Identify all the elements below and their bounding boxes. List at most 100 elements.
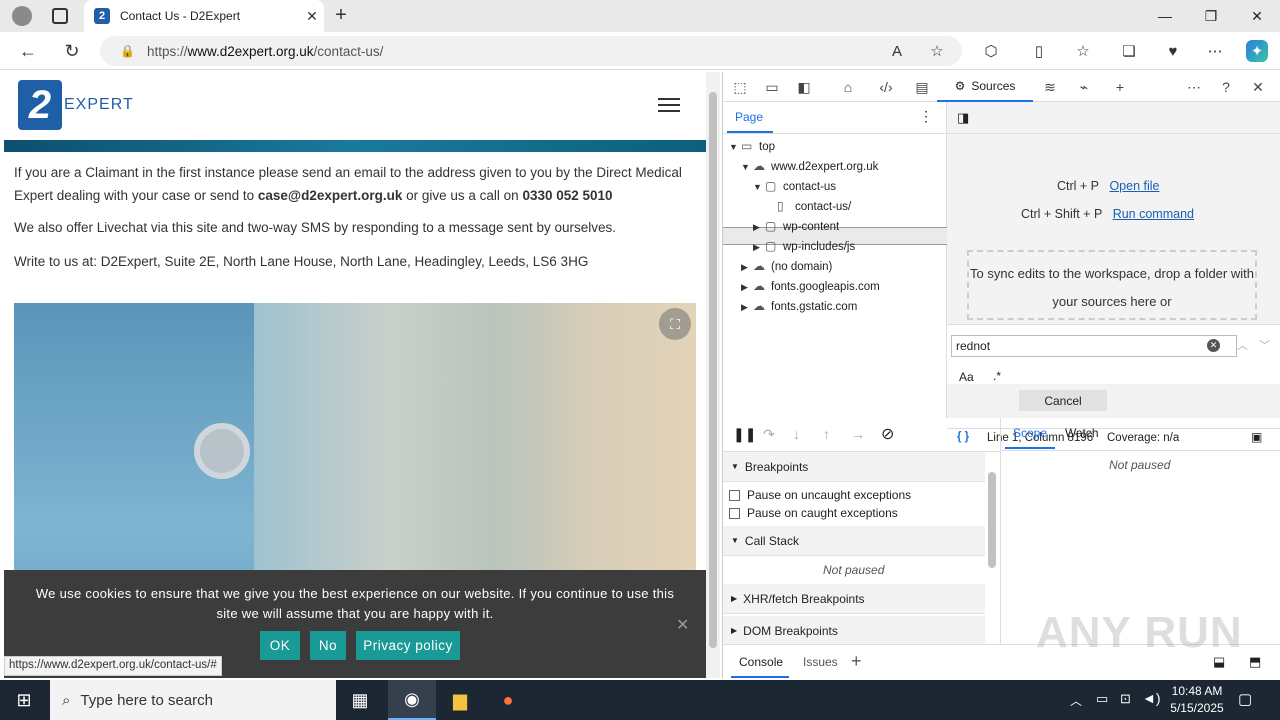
help-icon[interactable]: ? (1215, 77, 1237, 97)
deactivate-breakpoints-icon[interactable]: ⊘ (881, 424, 894, 444)
windows-start-icon[interactable]: ⊞ (0, 680, 48, 720)
regex-button[interactable]: .* (993, 369, 1001, 383)
cookie-close-icon[interactable]: ✕ (676, 615, 689, 635)
tree-item[interactable]: ▶ ☁ fonts.googleapis.com (741, 279, 880, 293)
page-scrollbar-thumb[interactable] (709, 92, 717, 648)
pause-icon[interactable]: ❚❚ (733, 426, 756, 443)
favorite-star-icon[interactable]: ☆ (926, 40, 948, 62)
extensions-icon[interactable]: ⬡ (980, 40, 1002, 62)
refresh-button[interactable]: ↻ (58, 37, 86, 65)
network-icon[interactable]: ≋ (1039, 77, 1061, 97)
debugger-scrollbar[interactable] (985, 452, 999, 642)
file-explorer-icon[interactable]: ▆ (436, 680, 484, 720)
new-tab-button[interactable]: + (330, 4, 352, 28)
add-drawer-tab-icon[interactable]: + (851, 651, 862, 672)
tree-item[interactable]: ▯ contact-us/ (777, 199, 851, 213)
cancel-search-button[interactable]: Cancel (1019, 390, 1107, 411)
workspace-dropzone[interactable]: To sync edits to the workspace, drop a f… (967, 250, 1257, 320)
copilot-icon[interactable]: ✦ (1246, 40, 1268, 62)
navigator-more-icon[interactable]: ⋮ (919, 108, 933, 125)
clear-search-icon[interactable]: ✕ (1207, 339, 1220, 352)
taskbar-search-box[interactable]: ⌕ Type here to search (50, 680, 336, 720)
page-scrollbar[interactable] (706, 72, 720, 678)
tree-item[interactable]: ▶ ▢ wp-includes/js (753, 239, 855, 253)
back-button[interactable]: ← (14, 37, 42, 65)
windows-taskbar: ⊞ ⌕ Type here to search ▦ ◉ ▆ ● ︿ ▭ ⊡ ◄)… (0, 680, 1280, 720)
read-aloud-icon[interactable]: A (886, 40, 908, 62)
close-drawer-icon[interactable]: ⬒ (1249, 654, 1261, 670)
search-input[interactable]: rednot (951, 335, 1237, 357)
pause-uncaught-checkbox[interactable]: Pause on uncaught exceptions (729, 488, 911, 502)
console-tab-icon[interactable]: ▤ (911, 77, 933, 97)
network-tray-icon[interactable]: ▭ (1096, 691, 1108, 707)
privacy-policy-button[interactable]: Privacy policy (356, 631, 460, 660)
step-out-icon[interactable]: ↑ (823, 426, 830, 442)
tree-item[interactable]: ▼ ▢ contact-us (753, 179, 836, 193)
minimize-button[interactable]: — (1142, 0, 1188, 32)
contact-phone[interactable]: 0330 052 5010 (522, 188, 612, 203)
ethernet-icon[interactable]: ⊡ (1120, 691, 1131, 707)
d2expert-logo-mark[interactable]: 2 (18, 80, 62, 130)
maximize-button[interactable]: ❐ (1188, 0, 1234, 32)
firefox-icon[interactable]: ● (484, 680, 532, 720)
contact-email[interactable]: case@d2expert.org.uk (258, 188, 402, 203)
page-tab[interactable]: Page (735, 110, 763, 124)
next-match-icon[interactable]: ﹀ (1259, 337, 1270, 353)
toggle-navigator-icon[interactable]: ◨ (957, 110, 969, 126)
add-tool-icon[interactable]: + (1109, 77, 1131, 97)
close-devtools-icon[interactable]: ✕ (1247, 77, 1269, 97)
inspect-element-icon[interactable]: ⬚ (729, 77, 751, 97)
run-command-link[interactable]: Run command (1113, 207, 1194, 221)
match-case-button[interactable]: Aa (959, 370, 974, 384)
tree-item[interactable]: ▶ ☁ (no domain) (741, 259, 832, 273)
show-hidden-icons[interactable]: ︿ (1070, 692, 1082, 709)
scope-tab[interactable]: Scope (1013, 426, 1047, 440)
performance-tab-icon[interactable]: ⌁ (1073, 77, 1095, 97)
sources-tab[interactable]: ⚙ Sources (937, 72, 1033, 102)
welcome-home-icon[interactable]: ⌂ (837, 77, 859, 97)
d2expert-logo-text[interactable]: EXPERT (64, 96, 134, 114)
address-bar[interactable]: 🔒 https://www.d2expert.org.uk/contact-us… (100, 36, 962, 66)
tree-item[interactable]: ▼ ▭ top (729, 139, 775, 153)
split-screen-icon[interactable]: ▯ (1028, 40, 1050, 62)
debugger-scrollbar-thumb[interactable] (988, 472, 996, 568)
volume-icon[interactable]: ◄) (1142, 690, 1161, 706)
step-into-icon[interactable]: ↓ (793, 426, 800, 442)
tree-item[interactable]: ▼ ☁ www.d2expert.org.uk (741, 159, 878, 173)
cookie-no-button[interactable]: No (310, 631, 346, 660)
visual-search-icon[interactable]: ⛶ (659, 308, 691, 340)
hamburger-menu-icon[interactable] (658, 98, 680, 114)
favorites-icon[interactable]: ☆ (1072, 40, 1094, 62)
browser-tab-active[interactable]: 2 Contact Us - D2Expert ✕ (84, 0, 324, 32)
issues-drawer-tab[interactable]: Issues (803, 655, 838, 669)
devtools-more-icon[interactable]: ⋯ (1183, 77, 1205, 97)
notifications-icon[interactable]: ▢ (1238, 690, 1252, 708)
collections-icon[interactable]: ❏ (1118, 40, 1140, 62)
pause-caught-checkbox[interactable]: Pause on caught exceptions (729, 506, 898, 520)
close-window-button[interactable]: ✕ (1234, 0, 1280, 32)
step-icon[interactable]: → (851, 426, 865, 442)
more-menu-icon[interactable]: ⋯ (1204, 40, 1226, 62)
call-stack-section[interactable]: ▼ Call Stack (723, 526, 985, 556)
performance-icon[interactable]: ♥ (1162, 40, 1184, 62)
tree-item[interactable]: ▶ ▢ wp-content (753, 219, 839, 233)
breakpoints-section[interactable]: ▼ Breakpoints (723, 452, 985, 482)
profile-icon[interactable] (12, 6, 32, 26)
cookie-ok-button[interactable]: OK (260, 631, 300, 660)
task-view-icon[interactable]: ▦ (336, 680, 384, 720)
xhr-breakpoints-section[interactable]: ▶ XHR/fetch Breakpoints (723, 584, 985, 614)
edge-taskbar-icon[interactable]: ◉ (388, 680, 436, 720)
previous-match-icon[interactable]: ︿ (1237, 337, 1248, 353)
taskbar-clock[interactable]: 10:48 AM 5/15/2025 (1160, 683, 1234, 717)
watch-tab[interactable]: Watch (1065, 426, 1099, 440)
device-emulation-icon[interactable]: ▭ (761, 77, 783, 97)
console-drawer-tab[interactable]: Console (739, 655, 783, 669)
dock-side-icon[interactable]: ◧ (793, 77, 815, 97)
dom-breakpoints-section[interactable]: ▶ DOM Breakpoints (723, 616, 985, 646)
tree-item[interactable]: ▶ ☁ fonts.gstatic.com (741, 299, 857, 313)
tab-actions-icon[interactable] (52, 8, 68, 24)
close-tab-icon[interactable]: ✕ (300, 8, 324, 25)
step-over-icon[interactable]: ↷ (763, 426, 775, 443)
open-file-link[interactable]: Open file (1109, 179, 1159, 193)
elements-icon[interactable]: ‹/› (875, 77, 897, 97)
